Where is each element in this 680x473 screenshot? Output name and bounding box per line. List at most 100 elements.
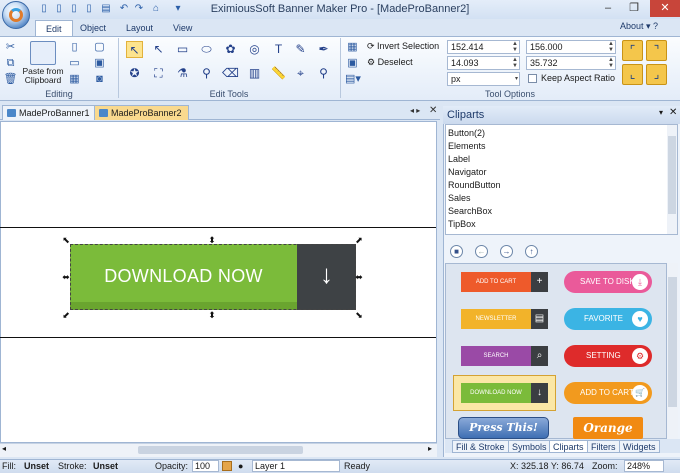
gallery-scroll-thumb[interactable] xyxy=(668,277,677,407)
height-field[interactable]: 35.732 ▲ ▼ xyxy=(526,56,616,70)
opacity-field[interactable]: 100 xyxy=(192,460,219,472)
y-field[interactable]: 14.093 ▲ ▼ xyxy=(447,56,520,70)
resize-handle-ne[interactable]: ⬈ xyxy=(355,236,363,245)
delete-icon[interactable]: 🗑 xyxy=(3,72,18,87)
rectangle-tool-icon[interactable]: ▭ xyxy=(174,41,191,58)
text-tool-icon[interactable]: T xyxy=(270,41,287,58)
select-options-icon[interactable]: ▤▾ xyxy=(345,72,361,87)
up-icon[interactable]: ↑ xyxy=(525,245,538,258)
paste-special-icon[interactable]: ▦ xyxy=(67,72,82,87)
lock-icon[interactable] xyxy=(222,461,232,471)
clone-icon[interactable]: ▭ xyxy=(67,56,82,71)
forward-icon[interactable]: → xyxy=(500,245,513,258)
doc-tab-scroll-icon[interactable]: ◂ ▸ xyxy=(410,106,420,115)
clipart-press-this[interactable]: Press This! xyxy=(458,417,549,439)
horizontal-scroll-thumb[interactable] xyxy=(138,446,303,454)
select-same-icon[interactable]: ▣ xyxy=(345,56,360,71)
tab-view[interactable]: View xyxy=(163,20,202,36)
paste-from-clipboard-button[interactable]: Paste from Clipboard xyxy=(20,67,66,85)
clipart-setting[interactable]: SETTING ⚙ xyxy=(564,345,652,367)
stroke-value[interactable]: Unset xyxy=(93,460,118,473)
tab-edit[interactable]: Edit xyxy=(35,20,73,36)
tab-object[interactable]: Object xyxy=(70,20,116,36)
tweak-tool-icon[interactable]: ✪ xyxy=(126,65,143,82)
list-scroll-thumb[interactable] xyxy=(668,136,676,214)
clipart-add-to-cart[interactable]: ADD TO CART + xyxy=(461,272,548,292)
select-tool-icon[interactable]: ↖ xyxy=(126,41,143,58)
close-button[interactable]: ✕ xyxy=(650,0,680,17)
clipart-favorite[interactable]: FAVORITE ♥ xyxy=(564,308,652,330)
resize-handle-s[interactable]: ⬍ xyxy=(208,311,216,320)
tab-fill-stroke[interactable]: Fill & Stroke xyxy=(452,440,509,453)
align-bottom-right-icon[interactable]: ⌟ xyxy=(646,64,667,85)
layer-select[interactable]: Layer 1 xyxy=(252,460,340,472)
clipart-search[interactable]: SEARCH ⌕ xyxy=(461,346,548,366)
align-bottom-left-icon[interactable]: ⌞ xyxy=(622,64,643,85)
tab-layout[interactable]: Layout xyxy=(116,20,163,36)
keep-aspect-checkbox[interactable] xyxy=(528,74,537,83)
list-item[interactable]: Sales xyxy=(448,192,471,205)
list-item[interactable]: Navigator xyxy=(448,166,487,179)
list-item[interactable]: TipBox xyxy=(448,218,476,231)
zoom-field[interactable]: 248% xyxy=(624,460,664,472)
star-tool-icon[interactable]: ✿ xyxy=(222,41,239,58)
resize-handle-sw[interactable]: ⬋ xyxy=(62,311,70,320)
deselect-button[interactable]: ⚙ Deselect xyxy=(367,57,413,68)
list-item[interactable]: Button(2) xyxy=(448,127,485,140)
pen-tool-icon[interactable]: ✒ xyxy=(315,41,332,58)
close-doc-icon[interactable]: ✕ xyxy=(429,105,437,116)
panel-close-icon[interactable]: ✕ xyxy=(669,107,677,118)
clipart-download-now[interactable]: DOWNLOAD NOW ↓ xyxy=(461,383,548,403)
group-icon[interactable]: ▢ xyxy=(92,40,107,55)
list-item[interactable]: RoundButton xyxy=(448,179,501,192)
resize-handle-n[interactable]: ⬍ xyxy=(208,236,216,245)
node-tool-icon[interactable]: ↖ xyxy=(150,41,167,58)
select-all-icon[interactable]: ▦ xyxy=(345,40,360,55)
resize-handle-w[interactable]: ⬌ xyxy=(62,273,70,282)
clipart-newsletter[interactable]: NEWSLETTER ▤ xyxy=(461,309,548,329)
spiral-tool-icon[interactable]: ◎ xyxy=(246,41,263,58)
cut-icon[interactable]: ✂ xyxy=(3,40,18,55)
snapshot-icon[interactable]: ◙ xyxy=(92,72,107,87)
resize-handle-se[interactable]: ⬊ xyxy=(355,311,363,320)
tab-cliparts[interactable]: Cliparts xyxy=(549,440,588,453)
clipart-save-to-disk[interactable]: SAVE TO DISK ⤓ xyxy=(564,271,652,293)
resize-handle-e[interactable]: ⬌ xyxy=(355,273,363,282)
layer-visibility-icon[interactable]: ● xyxy=(238,460,243,473)
list-item[interactable]: SearchBox xyxy=(448,205,492,218)
unit-select[interactable]: px ▾ xyxy=(447,72,520,86)
align-top-left-icon[interactable]: ⌜ xyxy=(622,40,643,61)
spray-tool-icon[interactable]: ⚗ xyxy=(174,65,191,82)
measure-tool-icon[interactable]: 📏 xyxy=(270,65,287,82)
ellipse-tool-icon[interactable]: ⬭ xyxy=(198,41,215,58)
home-icon[interactable]: ■ xyxy=(450,245,463,258)
clipart-orange[interactable]: Orange xyxy=(573,417,643,439)
bucket-tool-icon[interactable]: ⛶ xyxy=(150,65,167,82)
duplicate-icon[interactable]: ▯ xyxy=(67,40,82,55)
tab-symbols[interactable]: Symbols xyxy=(508,440,551,453)
clipboard-icon[interactable] xyxy=(30,41,56,65)
x-field[interactable]: 152.414 ▲ ▼ xyxy=(447,40,520,54)
dropper-tool-icon[interactable]: ⚲ xyxy=(198,65,215,82)
eraser-tool-icon[interactable]: ⌫ xyxy=(222,65,239,82)
zoom-tool-icon[interactable]: ⚲ xyxy=(315,65,332,82)
gradient-tool-icon[interactable]: ▥ xyxy=(246,65,263,82)
fill-value[interactable]: Unset xyxy=(24,460,49,473)
calligraphy-tool-icon[interactable]: ✎ xyxy=(292,41,309,58)
ungroup-icon[interactable]: ▣ xyxy=(92,56,107,71)
copy-icon[interactable]: ⧉ xyxy=(3,56,18,71)
back-icon[interactable]: ← xyxy=(475,245,488,258)
doc-tab-madeprobanner1[interactable]: MadeProBanner1 xyxy=(2,105,97,120)
clipart-add-to-cart-orange[interactable]: ADD TO CART 🛒 xyxy=(564,382,652,404)
scroll-left-icon[interactable]: ◂ xyxy=(2,444,6,453)
invert-selection-button[interactable]: ⟳ Invert Selection xyxy=(367,41,439,52)
app-menu-button[interactable] xyxy=(2,1,30,29)
list-item[interactable]: Label xyxy=(448,153,470,166)
doc-tab-madeprobanner2[interactable]: MadeProBanner2 xyxy=(94,105,189,120)
resize-handle-nw[interactable]: ⬉ xyxy=(62,236,70,245)
tab-widgets[interactable]: Widgets xyxy=(619,440,660,453)
minimize-button[interactable]: – xyxy=(596,0,620,17)
scroll-right-icon[interactable]: ▸ xyxy=(428,444,432,453)
connector-tool-icon[interactable]: ⌖ xyxy=(292,65,309,82)
tab-filters[interactable]: Filters xyxy=(587,440,620,453)
